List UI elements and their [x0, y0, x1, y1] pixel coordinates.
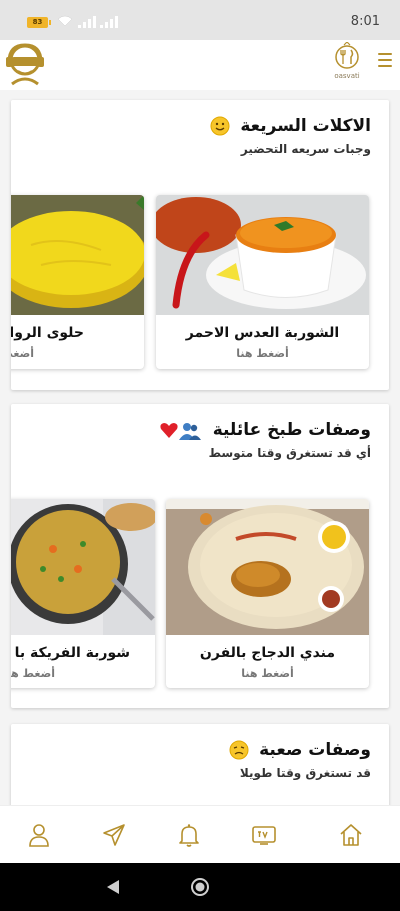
recipe-name: حلوى الرواني	[11, 325, 84, 341]
tv-icon[interactable]	[251, 822, 277, 848]
section-subtitle: قد تستغرق وقتا طويلا	[239, 766, 371, 780]
hamburger-menu-icon[interactable]	[378, 53, 392, 69]
section-hard-recipes: وصفات صعبة قد تستغرق وقتا طويلا	[11, 724, 389, 805]
fork-knife-logo-icon	[335, 41, 359, 69]
signal-icon	[78, 16, 96, 28]
mandi-chicken-image	[166, 499, 369, 635]
section-family-recipes: وصفات طبخ عائلية أي قد تستغرق وقتا متوسط	[11, 404, 389, 708]
section-title: الاكلات السريعة	[210, 116, 371, 136]
bell-icon[interactable]	[176, 822, 202, 848]
wifi-icon	[57, 15, 73, 27]
main-content: الاكلات السريعة وجبات سريعه التحضير الشو…	[0, 90, 400, 805]
system-navigation-bar	[0, 863, 400, 911]
lentil-soup-image	[156, 195, 369, 315]
press-here-link[interactable]: أضغط هنا	[11, 667, 155, 680]
recipe-name: الشوربة العدس الاحمر	[185, 325, 340, 341]
send-icon[interactable]	[101, 822, 127, 848]
recipe-name: مندي الدجاج بالفرن	[199, 645, 336, 661]
rawani-cake-image	[11, 195, 144, 315]
chef-avatar-icon[interactable]	[4, 40, 46, 86]
section-subtitle: وجبات سريعه التحضير	[240, 142, 371, 156]
section-quick-meals: الاكلات السريعة وجبات سريعه التحضير الشو…	[11, 100, 389, 390]
bottom-navigation	[0, 805, 400, 863]
home-icon[interactable]	[338, 822, 364, 848]
section-subtitle: أي قد تستغرق وقتا متوسط	[208, 446, 371, 460]
signal-icon-2	[100, 16, 118, 28]
section-title: وصفات طبخ عائلية	[159, 420, 371, 440]
home-button-icon[interactable]	[190, 877, 210, 897]
battery-icon: 83	[27, 17, 51, 28]
family-heart-emoji-icon	[160, 423, 201, 440]
recipe-card[interactable]: شوربة الفريكة با أضغط هنا	[11, 499, 155, 688]
brand-name: oasvati	[334, 72, 360, 80]
recipe-card[interactable]: الشوربة العدس الاحمر أضغط هنا	[156, 195, 369, 369]
clock: 8:01	[350, 14, 380, 29]
press-here-link[interactable]: أضغط هنا	[166, 667, 369, 680]
recipe-name: شوربة الفريكة با	[14, 645, 130, 661]
app-header: oasvati	[0, 40, 400, 90]
status-bar: 83 8:01	[0, 0, 400, 40]
brand-logo: oasvati	[330, 41, 364, 86]
recipe-card[interactable]: مندي الدجاج بالفرن أضغط هنا	[166, 499, 369, 688]
freekeh-soup-image	[11, 499, 155, 635]
recipe-card[interactable]: حلوى الرواني أضغط هنا	[11, 195, 144, 369]
profile-icon[interactable]	[26, 822, 52, 848]
smile-emoji-icon	[210, 116, 230, 136]
back-icon[interactable]	[106, 879, 120, 895]
press-here-link[interactable]: أضغط هنا	[156, 347, 369, 360]
tired-face-emoji-icon	[229, 740, 249, 760]
section-title: وصفات صعبة	[229, 740, 371, 760]
press-here-link[interactable]: أضغط هنا	[11, 347, 144, 360]
